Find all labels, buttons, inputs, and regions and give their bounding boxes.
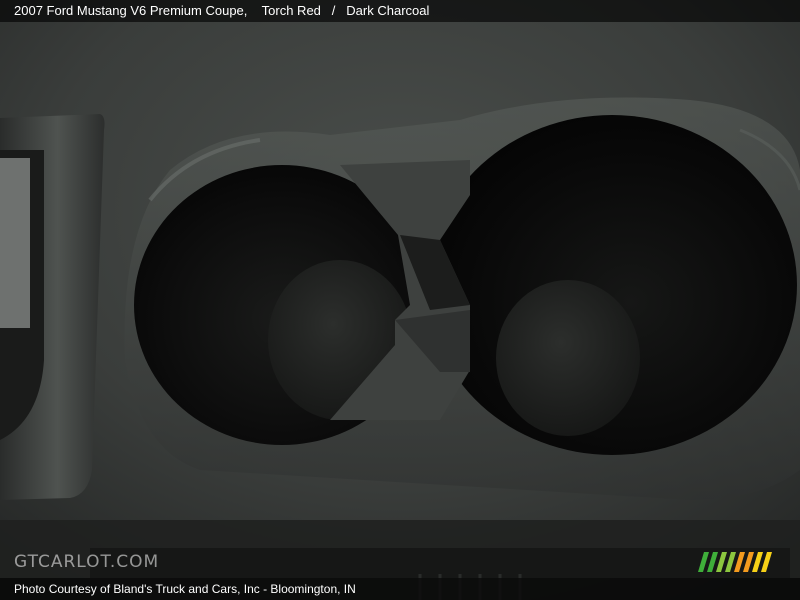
stripe-segment — [707, 552, 718, 572]
exterior-color: Torch Red — [261, 3, 321, 18]
title-bar: 2007 Ford Mustang V6 Premium Coupe, Torc… — [0, 0, 800, 22]
lower-grille — [90, 548, 790, 578]
interior-color: Dark Charcoal — [346, 3, 430, 18]
shifter-trim — [0, 158, 30, 328]
gtcarlot-watermark: GTCARLOT.COM — [14, 552, 160, 572]
stripe-segment — [743, 552, 754, 572]
vehicle-title: 2007 Ford Mustang V6 Premium Coupe, — [14, 3, 248, 18]
stripe-segment — [716, 552, 727, 572]
stripe-segment — [725, 552, 736, 572]
color-separator: / — [331, 3, 336, 18]
stripe-segment — [761, 552, 772, 572]
gtcarlot-stripes-icon — [698, 552, 772, 572]
photo-credit: Photo Courtesy of Bland's Truck and Cars… — [0, 578, 800, 600]
photo — [0, 0, 800, 600]
cup-base-right — [496, 280, 640, 436]
stripe-segment — [698, 552, 709, 572]
stripe-segment — [752, 552, 763, 572]
stripe-segment — [734, 552, 745, 572]
